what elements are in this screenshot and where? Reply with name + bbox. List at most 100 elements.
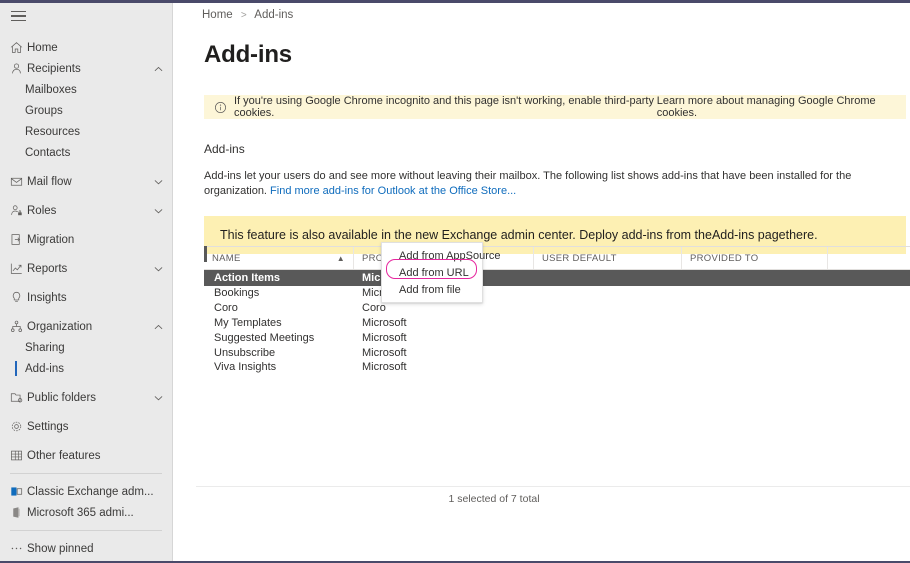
- exchange-admin-center: Home Recipients Mailboxes Groups Resourc…: [0, 0, 910, 563]
- chevron-down-icon[interactable]: [152, 208, 164, 214]
- sidebar-item-recipients[interactable]: Recipients: [0, 58, 172, 79]
- sidebar-item-label: Mailboxes: [25, 83, 77, 96]
- sidebar-item-classic-exchange-admin[interactable]: Classic Exchange adm...: [0, 481, 172, 502]
- sidebar-item-organization[interactable]: Organization: [0, 316, 172, 337]
- info-icon: [214, 101, 227, 114]
- sidebar-item-label: Groups: [25, 104, 63, 117]
- cookie-notice-link[interactable]: Learn more about managing Google Chrome …: [657, 95, 896, 119]
- add-ins-page-link[interactable]: Add-ins page: [712, 228, 786, 242]
- row-selection-indicator: [204, 246, 207, 262]
- sidebar-item-label: Microsoft 365 admi...: [27, 506, 134, 519]
- feature-banner-text-after: there.: [785, 227, 818, 242]
- sidebar-item-groups[interactable]: Groups: [0, 100, 172, 121]
- cookie-notice-text: If you're using Google Chrome incognito …: [234, 95, 654, 119]
- ellipsis-icon: [10, 542, 27, 556]
- cell-name: Coro: [214, 302, 238, 315]
- table-row[interactable]: Action Items Microsoft: [204, 246, 910, 286]
- sidebar-item-label: Sharing: [25, 341, 65, 354]
- hamburger-menu-icon[interactable]: [0, 3, 40, 29]
- sidebar-item-home[interactable]: Home: [0, 37, 172, 58]
- chevron-up-icon[interactable]: [152, 324, 164, 330]
- sidebar-item-other-features[interactable]: Other features: [0, 445, 172, 466]
- hamburger-bar: [11, 19, 26, 22]
- sidebar-item-migration[interactable]: Migration: [0, 229, 172, 250]
- table-row[interactable]: Viva Insights Microsoft: [204, 360, 910, 375]
- menu-item-add-from-url[interactable]: Add from URL: [382, 264, 482, 281]
- chevron-down-icon[interactable]: [152, 395, 164, 401]
- cell-provider: Coro: [362, 302, 386, 315]
- sidebar-item-label: Home: [27, 41, 58, 54]
- cell-name: Action Items: [214, 272, 281, 284]
- add-dropdown-menu[interactable]: Add from AppSource Add from URL Add from…: [381, 242, 501, 303]
- cell-provider: Microsoft: [362, 346, 407, 359]
- chevron-down-icon[interactable]: [152, 266, 164, 272]
- column-header-extra: [828, 247, 910, 269]
- gear-icon: [10, 420, 27, 434]
- cell-provider: Microsoft: [362, 331, 407, 344]
- sidebar-item-label: Organization: [27, 320, 93, 333]
- cell-provider: Microsoft: [362, 361, 407, 374]
- sidebar-item-label: Recipients: [27, 62, 81, 75]
- sidebar-item-settings[interactable]: Settings: [0, 416, 172, 437]
- home-icon: [10, 41, 27, 55]
- table-row[interactable]: Bookings Microsoft: [204, 286, 910, 301]
- sidebar-item-label: Insights: [27, 291, 67, 304]
- table-row[interactable]: My Templates Microsoft: [204, 316, 910, 331]
- cookie-notice-banner: If you're using Google Chrome incognito …: [204, 95, 906, 119]
- column-header-provided-to[interactable]: PROVIDED TO: [682, 247, 828, 269]
- mail-icon: [10, 175, 27, 189]
- selection-status-text: 1 selected of 7 total: [448, 493, 540, 505]
- migration-icon: [10, 233, 27, 247]
- sidebar-item-reports[interactable]: Reports: [0, 258, 172, 279]
- cell-name: Viva Insights: [214, 361, 277, 374]
- breadcrumb-home[interactable]: Home: [202, 9, 233, 21]
- sidebar-item-add-ins[interactable]: Add-ins: [0, 358, 172, 379]
- sidebar-item-contacts[interactable]: Contacts: [0, 142, 172, 163]
- cell-provider: Microsoft: [362, 316, 407, 329]
- left-navigation-sidebar: Home Recipients Mailboxes Groups Resourc…: [0, 3, 173, 561]
- sidebar-item-label: Settings: [27, 420, 69, 433]
- sidebar-item-insights[interactable]: Insights: [0, 287, 172, 308]
- sidebar-item-label: Classic Exchange adm...: [27, 485, 154, 498]
- sidebar-item-sharing[interactable]: Sharing: [0, 337, 172, 358]
- sidebar-item-show-pinned[interactable]: Show pinned: [0, 538, 172, 559]
- sidebar-item-roles[interactable]: Roles: [0, 200, 172, 221]
- sidebar-item-label: Roles: [27, 204, 57, 217]
- sidebar-item-public-folders[interactable]: Public folders: [0, 387, 172, 408]
- sidebar-item-resources[interactable]: Resources: [0, 121, 172, 142]
- table-row[interactable]: Coro Coro: [204, 301, 910, 316]
- sort-ascending-icon: ▲: [336, 253, 345, 263]
- chevron-up-icon[interactable]: [152, 66, 164, 72]
- sidebar-item-microsoft-365-admin[interactable]: Microsoft 365 admi...: [0, 502, 172, 523]
- person-lock-icon: [10, 204, 27, 218]
- grid-header-row: NAME ▲ PROVIDER USER DEFAULT PROVIDED TO: [204, 246, 910, 270]
- menu-item-label: Add from URL: [399, 266, 469, 279]
- office-store-link[interactable]: Find more add-ins for Outlook at the Off…: [270, 185, 516, 197]
- column-header-name[interactable]: NAME ▲: [204, 247, 354, 269]
- sidebar-item-mail-flow[interactable]: Mail flow: [0, 171, 172, 192]
- table-row[interactable]: Unsubscribe Microsoft: [204, 345, 910, 360]
- menu-item-add-from-file[interactable]: Add from file: [382, 281, 482, 298]
- cell-name: Suggested Meetings: [214, 331, 315, 344]
- sidebar-divider: [10, 530, 162, 531]
- sidebar-item-label: Reports: [27, 262, 68, 275]
- table-row[interactable]: Suggested Meetings Microsoft: [204, 330, 910, 345]
- menu-item-label: Add from AppSource: [399, 249, 501, 262]
- column-header-user-default[interactable]: USER DEFAULT: [534, 247, 682, 269]
- sidebar-item-mailboxes[interactable]: Mailboxes: [0, 79, 172, 100]
- hamburger-bar: [11, 10, 26, 13]
- org-icon: [10, 320, 27, 334]
- chevron-down-icon[interactable]: [152, 179, 164, 185]
- cell-name: Bookings: [214, 287, 260, 300]
- sidebar-item-label: Public folders: [27, 391, 97, 404]
- folder-icon: [10, 391, 27, 405]
- add-ins-grid: NAME ▲ PROVIDER USER DEFAULT PROVIDED TO: [204, 246, 910, 486]
- cell-name: My Templates: [214, 316, 282, 329]
- menu-item-add-from-appsource[interactable]: Add from AppSource: [382, 247, 501, 264]
